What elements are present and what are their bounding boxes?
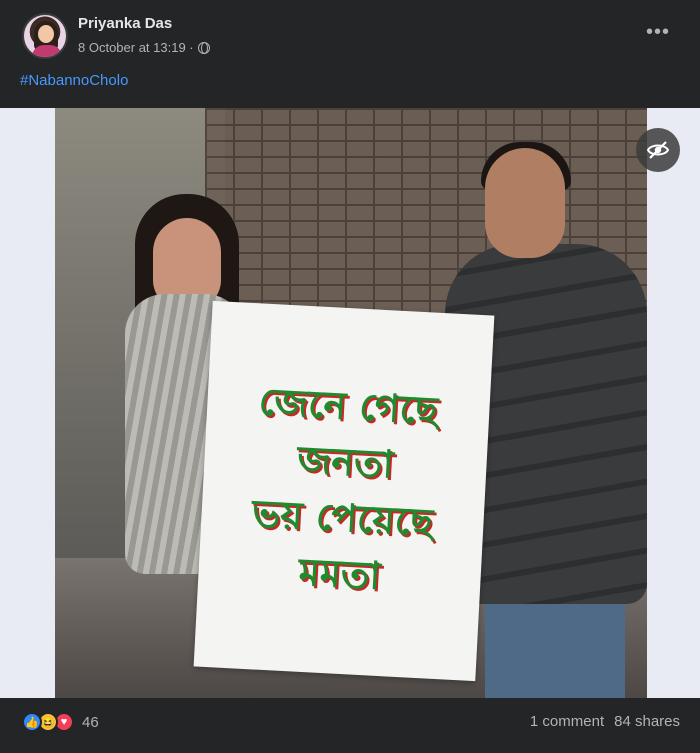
- more-options-button[interactable]: •••: [646, 22, 670, 42]
- shares-link[interactable]: 84 shares: [614, 713, 680, 730]
- reaction-count: 46: [82, 713, 99, 731]
- placard-line-2: জনতা: [296, 437, 395, 487]
- author-avatar[interactable]: [22, 13, 68, 59]
- post-image[interactable]: জেনে গেছে জনতা ভয় পেয়েছে মমতা: [0, 108, 700, 698]
- post-footer: 👍 😆 ♥ 46 1 comment 84 shares: [0, 700, 700, 753]
- protest-placard: জেনে গেছে জনতা ভয় পেয়েছে মমতা: [193, 300, 495, 682]
- hide-image-button[interactable]: [636, 128, 680, 172]
- engagement-stats: 1 comment 84 shares: [530, 713, 680, 730]
- placard-line-4: মমতা: [297, 549, 382, 598]
- eye-slash-icon: [646, 141, 670, 159]
- globe-icon: [197, 41, 210, 54]
- post-meta: 8 October at 13:19 ·: [78, 40, 210, 55]
- placard-line-1: জেনে গেছে: [257, 379, 440, 434]
- reactions-summary[interactable]: 👍 😆 ♥ 46: [22, 712, 99, 732]
- post-header: Priyanka Das 8 October at 13:19 · •••: [0, 0, 700, 64]
- hashtag-link[interactable]: #NabannoCholo: [20, 72, 128, 89]
- like-icon: 👍: [22, 712, 42, 732]
- post-timestamp[interactable]: 8 October at 13:19 ·: [78, 40, 194, 55]
- placard-line-3: ভয় পেয়েছে: [251, 491, 435, 545]
- photo: জেনে গেছে জনতা ভয় পেয়েছে মমতা: [55, 108, 647, 698]
- comments-link[interactable]: 1 comment: [530, 713, 604, 730]
- author-name[interactable]: Priyanka Das: [78, 15, 172, 32]
